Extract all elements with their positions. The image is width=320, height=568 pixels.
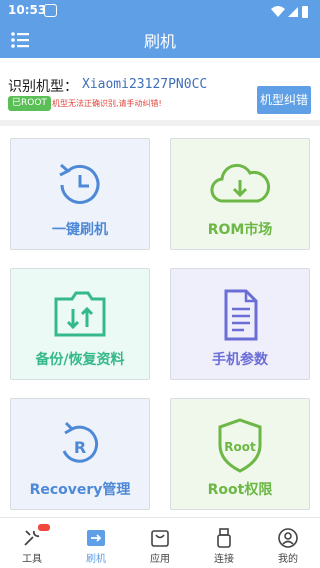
- wifi-battery-icon: [271, 6, 308, 18]
- restore-clock-icon: [59, 163, 100, 204]
- nav-item-flash[interactable]: 刷机: [64, 518, 128, 568]
- recovery-icon: R: [62, 421, 99, 463]
- new-badge: [38, 524, 50, 531]
- document-icon: [224, 289, 258, 341]
- svg-text:R: R: [74, 438, 86, 457]
- tile-label: Recovery管理: [29, 482, 131, 498]
- flash-icon: [87, 530, 105, 546]
- app-notification-icon: [44, 4, 57, 17]
- model-value: Xiaomi23127PN0CC: [82, 77, 208, 92]
- backup-restore-tile[interactable]: 备份/恢复资料: [10, 268, 150, 380]
- model-fix-button[interactable]: 机型纠错: [257, 86, 311, 114]
- shield-icon: Root: [218, 418, 262, 473]
- status-time: 10:53: [8, 3, 47, 17]
- model-warning-text: 机型无法正确识别,请手动纠错!: [52, 99, 162, 108]
- one-click-flash-tile[interactable]: 一键刷机: [10, 138, 150, 250]
- model-label: 识别机型：: [8, 79, 78, 95]
- nav-label: 连接: [214, 554, 234, 565]
- status-bar: 10:53: [0, 0, 320, 22]
- folder-transfer-icon: [54, 291, 106, 337]
- nav-label: 刷机: [86, 554, 106, 565]
- bottom-nav: 工具 刷机 应用 连接 我的: [0, 517, 320, 568]
- nav-item-connect[interactable]: 连接: [192, 518, 256, 568]
- app-bar: 刷机: [0, 22, 320, 58]
- nav-item-apps[interactable]: 应用: [128, 518, 192, 568]
- nav-item-profile[interactable]: 我的: [256, 518, 320, 568]
- page-title: 刷机: [143, 32, 176, 51]
- tile-label: 一键刷机: [52, 222, 108, 238]
- recovery-manage-tile[interactable]: R Recovery管理: [10, 398, 150, 510]
- nav-label: 应用: [150, 554, 170, 565]
- tile-label: Root权限: [207, 482, 273, 498]
- nav-label: 工具: [22, 554, 42, 565]
- usb-icon: [217, 528, 231, 548]
- nav-item-tools[interactable]: 工具: [0, 518, 64, 568]
- user-icon: [278, 528, 298, 548]
- phone-params-tile[interactable]: 手机参数: [170, 268, 310, 380]
- feature-grid: 一键刷机 ROM市场 备份/恢复资料 手机参数 R Recovery管理 Roo…: [0, 126, 320, 517]
- tile-label: ROM市场: [207, 222, 273, 238]
- nav-label: 我的: [278, 554, 298, 565]
- bag-icon: [151, 530, 169, 547]
- root-status-badge: 已ROOT: [8, 96, 51, 111]
- tile-label: 备份/恢复资料: [35, 352, 125, 368]
- tile-label: 手机参数: [212, 352, 268, 368]
- rom-market-tile[interactable]: ROM市场: [170, 138, 310, 250]
- cloud-download-icon: [210, 163, 271, 203]
- status-icons: [270, 4, 310, 23]
- root-permission-tile[interactable]: Root Root权限: [170, 398, 310, 510]
- svg-text:Root: Root: [224, 440, 256, 454]
